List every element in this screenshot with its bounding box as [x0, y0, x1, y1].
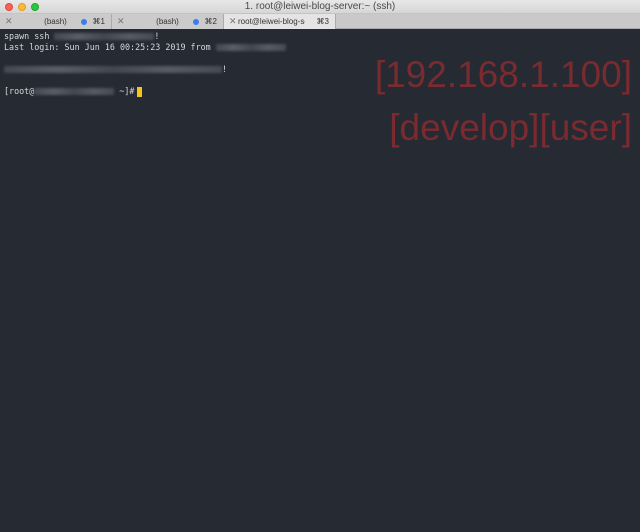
tab-bar-empty-area[interactable] [336, 14, 640, 28]
tab-3[interactable]: ✕ root@leiwei-blog-ser... ⌘3 [224, 14, 336, 29]
tab-shortcut: ⌘1 [92, 17, 105, 26]
terminal-text: ! [154, 31, 160, 41]
tab-shortcut: ⌘2 [204, 17, 217, 26]
terminal-window: 1. root@leiwei-blog-server:~ (ssh) ✕ (ba… [0, 0, 640, 532]
server-ip-badge: [192.168.1.100] [374, 54, 632, 95]
activity-dot-icon [81, 19, 87, 25]
window-title: 1. root@leiwei-blog-server:~ (ssh) [244, 1, 396, 12]
terminal-text: Last login: Sun Jun 16 00:25:23 2019 fro… [4, 42, 216, 52]
redacted-text [4, 66, 222, 73]
tab-1[interactable]: ✕ (bash) ⌘1 [0, 14, 112, 29]
redacted-text [215, 44, 286, 51]
activity-dot-icon [193, 19, 199, 25]
terminal-line: spawn ssh ! [4, 31, 636, 42]
terminal-line: Last login: Sun Jun 16 00:25:23 2019 fro… [4, 42, 636, 53]
tab-label: root@leiwei-blog-ser... [238, 17, 305, 26]
prompt-text: [root@ [4, 86, 35, 96]
tab-bar: ✕ (bash) ⌘1 ✕ (bash) ⌘2 ✕ root@leiwei-bl… [0, 14, 640, 29]
text-cursor [137, 86, 143, 97]
redacted-hostname [34, 88, 115, 95]
tab-close-icon[interactable]: ✕ [229, 14, 237, 29]
terminal-text: ! [222, 64, 228, 74]
redacted-text [54, 33, 155, 40]
terminal-output[interactable]: spawn ssh ! Last login: Sun Jun 16 00:25… [0, 30, 640, 532]
environment-badge: [develop][user] [389, 107, 632, 148]
terminal-text: spawn ssh [4, 31, 55, 41]
tab-shortcut: ⌘3 [316, 17, 329, 26]
prompt-text: ~]# [114, 86, 135, 96]
tab-2[interactable]: ✕ (bash) ⌘2 [112, 14, 224, 29]
title-bar[interactable]: 1. root@leiwei-blog-server:~ (ssh) [0, 0, 640, 14]
